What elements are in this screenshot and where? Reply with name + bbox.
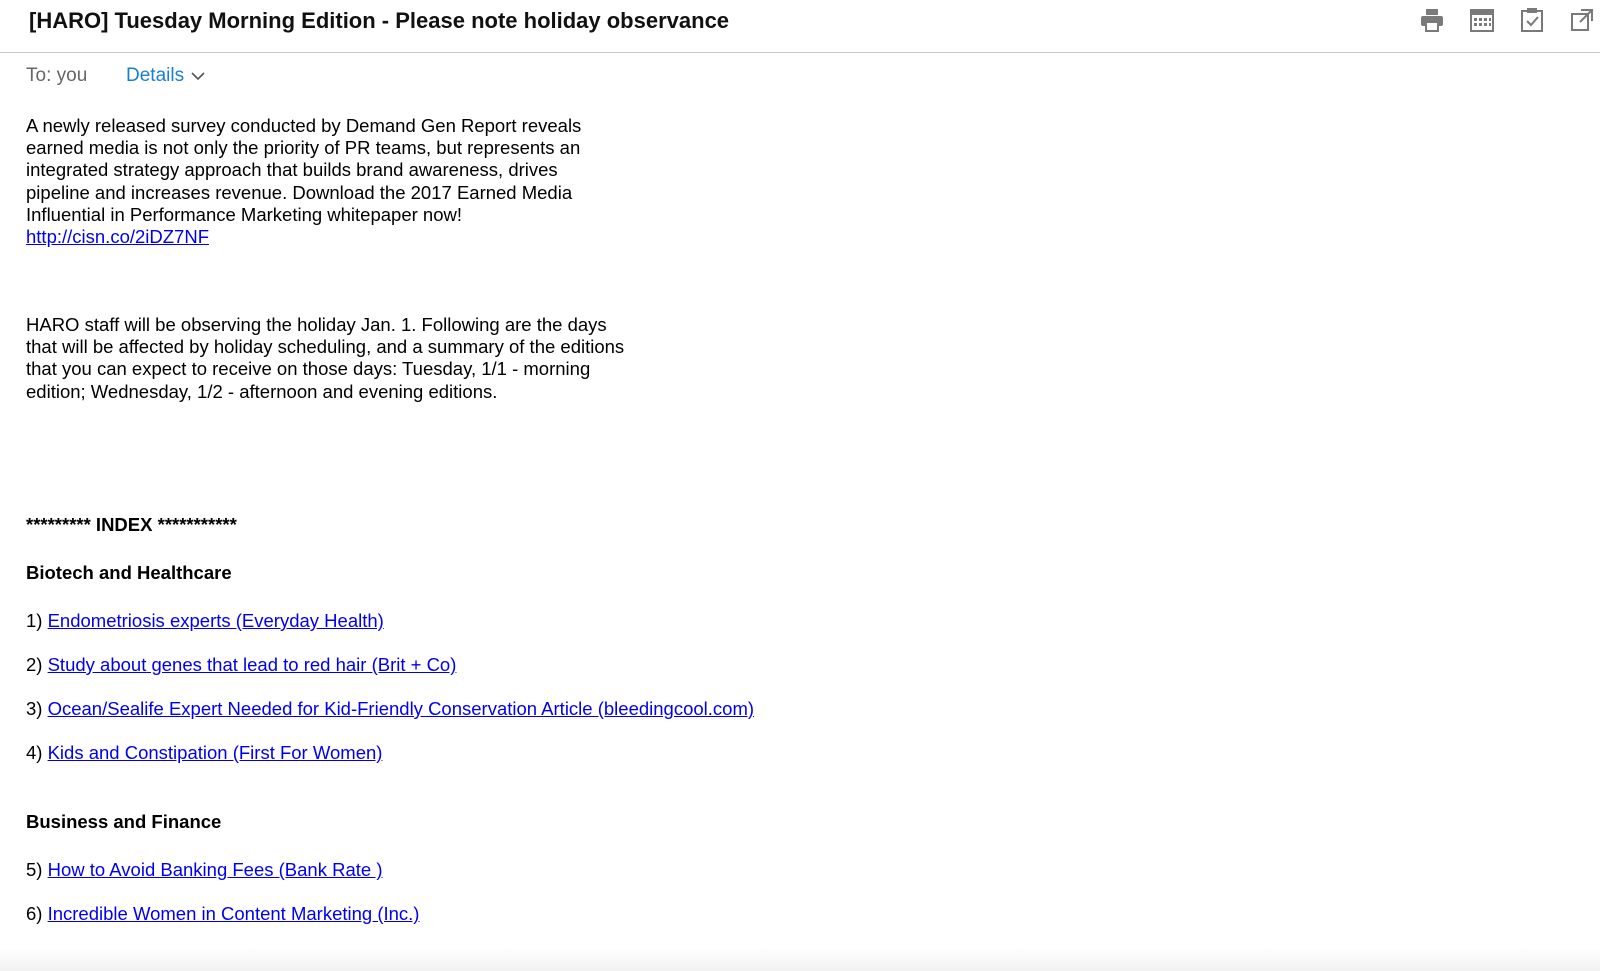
list-item: 2) Study about genes that lead to red ha…	[26, 654, 456, 676]
list-item: 4) Kids and Constipation (First For Wome…	[26, 742, 382, 764]
print-button[interactable]	[1418, 6, 1446, 34]
list-item: 5) How to Avoid Banking Fees (Bank Rate …	[26, 859, 382, 881]
item-link[interactable]: How to Avoid Banking Fees (Bank Rate )	[48, 859, 383, 880]
task-button[interactable]	[1518, 6, 1546, 34]
item-link[interactable]: Endometriosis experts (Everyday Health)	[48, 610, 384, 631]
index-title: ********* INDEX ***********	[26, 514, 237, 535]
whitepaper-link[interactable]: http://cisn.co/2iDZ7NF	[26, 226, 209, 247]
calendar-button[interactable]	[1468, 6, 1496, 34]
item-link[interactable]: Ocean/Sealife Expert Needed for Kid-Frie…	[48, 698, 754, 719]
email-meta: To: you Details	[26, 65, 205, 87]
details-label: Details	[126, 65, 185, 86]
item-number: 5)	[26, 859, 48, 880]
email-toolbar	[1418, 6, 1596, 34]
item-number: 1)	[26, 610, 48, 631]
popout-icon	[1571, 9, 1593, 31]
item-link[interactable]: Kids and Constipation (First For Women)	[48, 742, 383, 763]
item-number: 2)	[26, 654, 48, 675]
list-item: 1) Endometriosis experts (Everyday Healt…	[26, 610, 384, 632]
item-link[interactable]: Study about genes that lead to red hair …	[48, 654, 457, 675]
task-icon	[1521, 8, 1543, 32]
bottom-fade	[0, 947, 1600, 971]
section-heading-business: Business and Finance	[26, 811, 222, 832]
section-heading-biotech: Biotech and Healthcare	[26, 562, 232, 583]
chevron-down-icon	[191, 72, 205, 81]
list-item: 3) Ocean/Sealife Expert Needed for Kid-F…	[26, 698, 754, 720]
item-number: 3)	[26, 698, 48, 719]
holiday-paragraph: HARO staff will be observing the holiday…	[26, 314, 625, 402]
list-item: 6) Incredible Women in Content Marketing…	[26, 903, 419, 925]
item-number: 4)	[26, 742, 48, 763]
email-header: [HARO] Tuesday Morning Edition - Please …	[0, 0, 1600, 53]
popout-button[interactable]	[1568, 6, 1596, 34]
intro-paragraph: A newly released survey conducted by Dem…	[26, 115, 626, 248]
email-subject: [HARO] Tuesday Morning Edition - Please …	[29, 8, 730, 33]
item-number: 6)	[26, 903, 48, 924]
print-icon	[1421, 9, 1443, 32]
recipient-label: To: you	[26, 65, 88, 86]
intro-text: A newly released survey conducted by Dem…	[26, 115, 582, 225]
item-link[interactable]: Incredible Women in Content Marketing (I…	[48, 903, 420, 924]
details-toggle[interactable]: Details	[126, 65, 206, 87]
calendar-icon	[1470, 9, 1494, 32]
